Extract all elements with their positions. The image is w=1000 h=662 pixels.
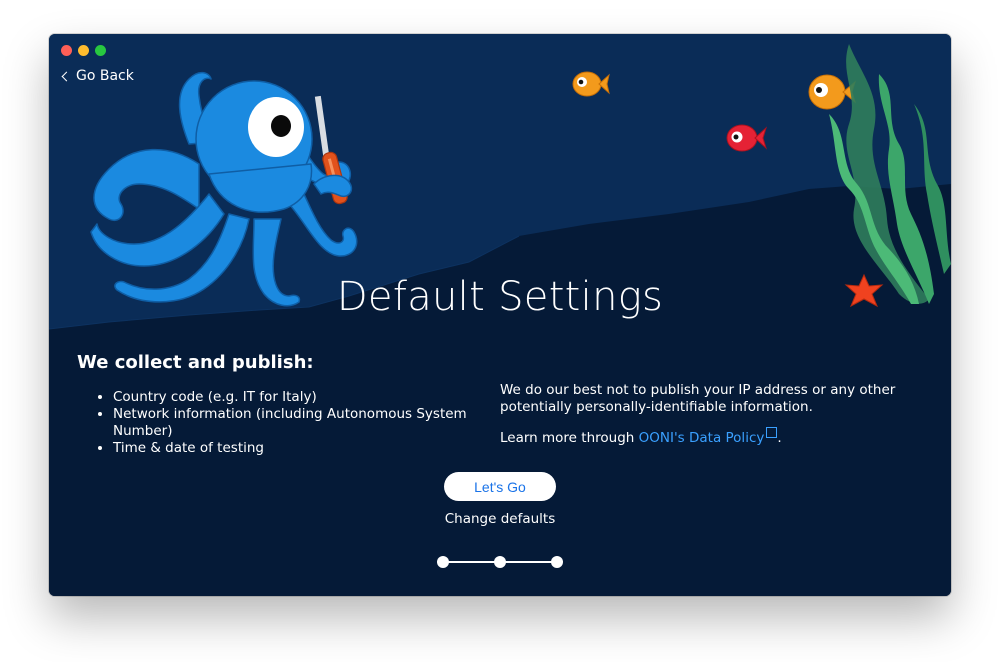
close-button[interactable] bbox=[61, 45, 72, 56]
onboarding-stepper bbox=[437, 554, 563, 570]
minimize-button[interactable] bbox=[78, 45, 89, 56]
privacy-section: We do our best not to publish your IP ad… bbox=[500, 382, 900, 461]
external-link-icon bbox=[766, 427, 778, 438]
stepper-dot-2[interactable] bbox=[494, 556, 506, 568]
lets-go-button[interactable]: Let's Go bbox=[444, 472, 556, 501]
page-title: Default Settings bbox=[336, 274, 664, 320]
collect-heading: We collect and publish: bbox=[77, 352, 314, 373]
go-back-label: Go Back bbox=[76, 68, 134, 84]
privacy-paragraph: We do our best not to publish your IP ad… bbox=[500, 382, 896, 415]
go-back-link[interactable]: Go Back bbox=[61, 68, 134, 84]
data-policy-label: OONI's Data Policy bbox=[638, 430, 765, 446]
list-item: Time & date of testing bbox=[113, 440, 477, 457]
list-item: Country code (e.g. IT for Italy) bbox=[113, 389, 477, 406]
app-window: Go Back Default Settings We collect and … bbox=[49, 34, 951, 596]
learn-more-suffix: . bbox=[777, 430, 782, 446]
collect-list: Country code (e.g. IT for Italy) Network… bbox=[77, 389, 477, 457]
change-defaults-link[interactable]: Change defaults bbox=[49, 511, 951, 527]
collect-section: We collect and publish: Country code (e.… bbox=[77, 352, 477, 457]
data-policy-link[interactable]: OONI's Data Policy bbox=[638, 427, 778, 446]
learn-more-prefix: Learn more through bbox=[500, 430, 639, 446]
chevron-left-icon bbox=[61, 71, 72, 81]
stepper-dot-3[interactable] bbox=[551, 556, 563, 568]
learn-more-line: Learn more through OONI's Data Policy. bbox=[500, 427, 900, 447]
zoom-button[interactable] bbox=[95, 45, 106, 56]
stepper-dot-1[interactable] bbox=[437, 556, 449, 568]
list-item: Network information (including Autonomou… bbox=[113, 406, 477, 440]
